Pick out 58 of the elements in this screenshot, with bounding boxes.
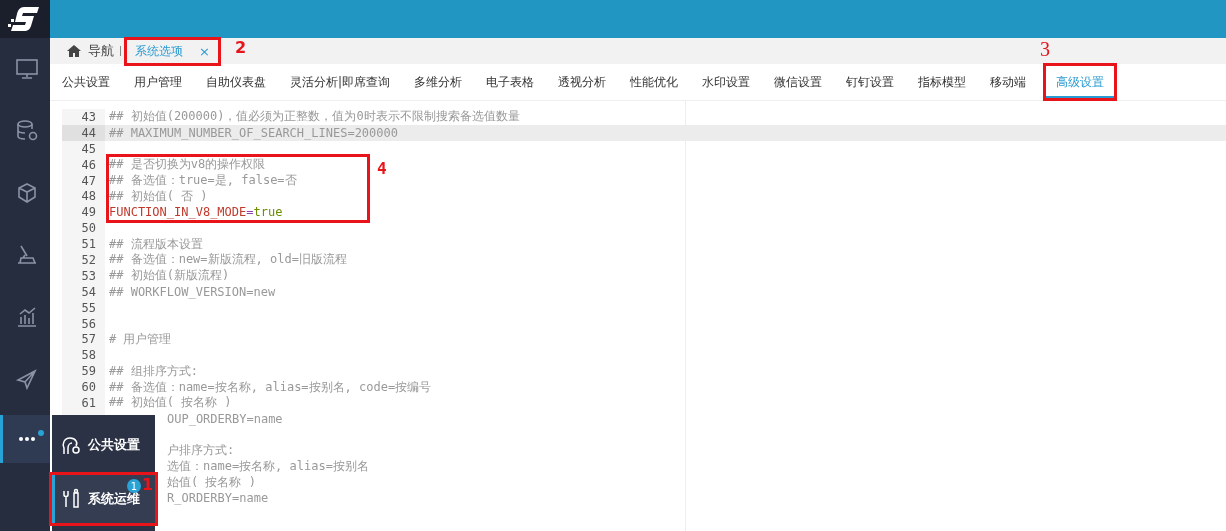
line-number: 43 [62, 109, 105, 125]
line-number: 49 [62, 204, 105, 221]
line-number: 60 [62, 379, 105, 396]
code-line: ## 流程版本设置 [109, 235, 203, 253]
count-badge: 1 [127, 479, 141, 493]
line-number: 57 [62, 331, 105, 348]
code-line: FUNCTION_IN_V8_MODE=true [109, 205, 283, 220]
code-line: 户排序方式: [167, 442, 235, 460]
settings-tab[interactable]: 电子表格 [476, 64, 545, 100]
line-number: 58 [62, 347, 105, 364]
line-number: 61 [62, 395, 105, 411]
line-number: 59 [62, 363, 105, 380]
database-gear-icon [14, 119, 39, 143]
settings-tab[interactable]: 钉钉设置 [836, 64, 905, 100]
code-line: ## MAXIMUM_NUMBER_OF_SEARCH_LINES=200000 [109, 125, 398, 140]
settings-tab[interactable]: 灵活分析|即席查询 [280, 64, 401, 100]
code-line: 选值：name=按名称, alias=按别名 [167, 458, 369, 476]
settings-tab[interactable]: 多维分析 [404, 64, 473, 100]
more-icon [18, 437, 35, 441]
settings-tab[interactable]: 用户管理 [124, 64, 192, 100]
annotation-number: 3 [1040, 38, 1051, 61]
code-line: ## 组排序方式: [109, 362, 198, 380]
code-line: R_ORDERBY=name [167, 491, 269, 506]
code-line: ## 备选值：name=按名称, alias=按别名, code=按编号 [109, 378, 432, 396]
settings-tab[interactable]: 公共设置 [52, 64, 120, 100]
navigation-link[interactable]: 导航 [88, 42, 114, 60]
code-line: ## 是否切换为v8的操作权限 [109, 156, 266, 174]
settings-tab[interactable]: 性能优化 [620, 64, 689, 100]
code-line: OUP_ORDERBY=name [167, 411, 283, 426]
settings-tab[interactable]: 透视分析 [548, 64, 617, 100]
sidebar-item[interactable] [0, 415, 50, 463]
code-line: ## 初始值(200000)，值必须为正整数，值为0时表示不限制搜索备选值数量 [109, 108, 520, 126]
tools-icon [60, 488, 82, 510]
code-line: ## 备选值：true=是, false=否 [109, 172, 297, 189]
code-line: ## WORKFLOW_VERSION=new [109, 284, 276, 299]
code-line: 始值( 按名称 ) [167, 473, 256, 491]
code-line: ## 初始值( 否 ) [109, 187, 208, 205]
annotation-number: 2 [235, 37, 247, 57]
home-icon[interactable] [66, 44, 82, 58]
settings-tab[interactable]: 微信设置 [764, 64, 833, 100]
code-line: ## 初始值( 按名称 ) [109, 394, 232, 412]
logo-icon [0, 0, 50, 38]
settings-tab[interactable]: 指标模型 [908, 64, 977, 100]
settings-tab[interactable]: 水印设置 [692, 64, 761, 100]
code-line: # 用户管理 [109, 330, 172, 348]
annotation-number: 4 [377, 158, 387, 178]
line-number: 52 [62, 252, 105, 268]
settings-tab[interactable]: 自助仪表盘 [196, 64, 276, 100]
code-line: ## 备选值：new=新版流程, old=旧版流程 [109, 251, 347, 269]
annotation-number: 1 [142, 475, 154, 494]
line-number: 50 [62, 220, 105, 237]
paper-plane-icon [14, 367, 39, 391]
monitor-icon [14, 58, 39, 80]
line-number: 51 [62, 236, 105, 252]
settings-tab[interactable]: 移动端 [980, 64, 1037, 100]
menu-item[interactable]: 公共设置 [52, 421, 155, 469]
code-line: ## 初始值(新版流程) [109, 267, 230, 285]
line-number: 48 [62, 188, 105, 205]
